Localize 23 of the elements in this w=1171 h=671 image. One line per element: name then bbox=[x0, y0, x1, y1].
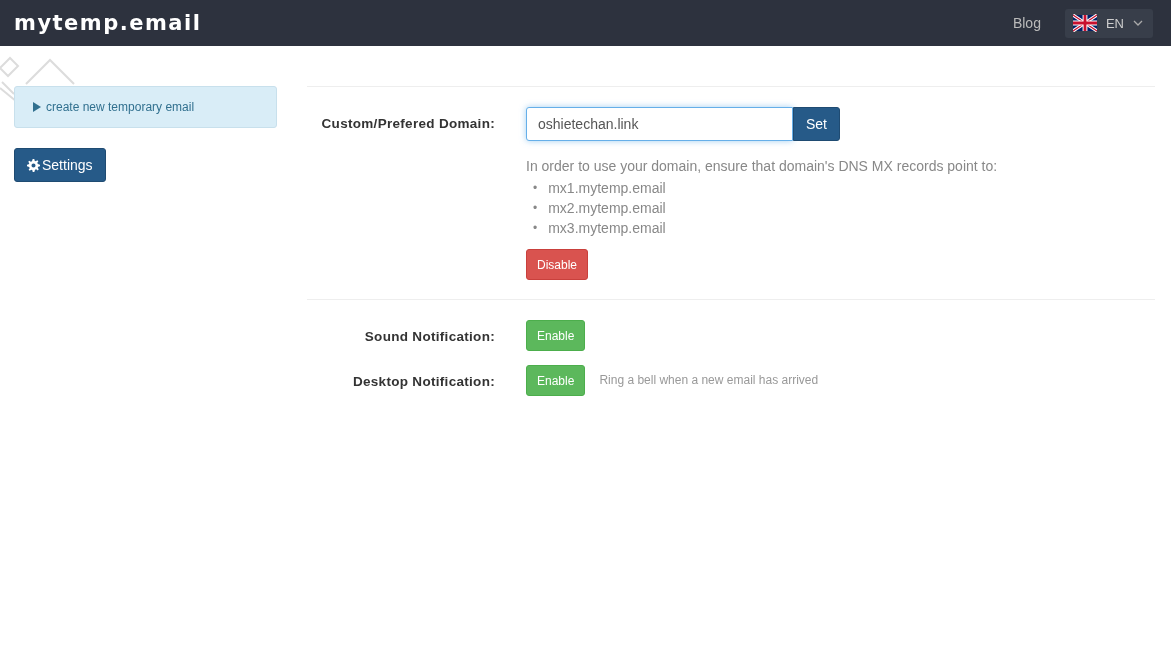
flag-icon bbox=[1072, 14, 1097, 32]
site-logo[interactable]: mytemp.email bbox=[14, 11, 202, 35]
bullet-icon: • bbox=[533, 178, 538, 198]
hint-text: Ring a bell when a new email has arrived bbox=[599, 372, 819, 387]
caret-icon bbox=[1133, 20, 1143, 26]
help-text: In order to use your domain, ensure that domain's DNS MX records point to: bbox=[526, 158, 999, 174]
bullet-icon: • bbox=[533, 198, 538, 218]
field-label: Custom/Prefered Domain: bbox=[320, 115, 495, 133]
bullet-icon: • bbox=[533, 218, 538, 238]
mx-record: mx1.mytemp.email bbox=[548, 179, 666, 198]
nav-link[interactable]: Blog bbox=[1012, 15, 1041, 31]
domain-input[interactable]: oshietechan.link bbox=[526, 107, 793, 141]
mx-record: mx2.mytemp.email bbox=[548, 199, 666, 218]
disable-button[interactable]: Disable bbox=[526, 249, 589, 280]
field-label: Sound Notification: bbox=[363, 328, 495, 346]
field-label: Desktop Notification: bbox=[351, 373, 495, 391]
settings-button[interactable]: Settings bbox=[14, 148, 106, 182]
set-button[interactable]: Set bbox=[793, 107, 840, 141]
language-dropdown[interactable]: EN bbox=[1064, 8, 1153, 38]
mx-record: mx3.mytemp.email bbox=[548, 219, 666, 238]
play-icon bbox=[33, 102, 41, 112]
gear-icon bbox=[27, 158, 40, 172]
create-email-link[interactable]: create new temporary email bbox=[14, 86, 277, 128]
